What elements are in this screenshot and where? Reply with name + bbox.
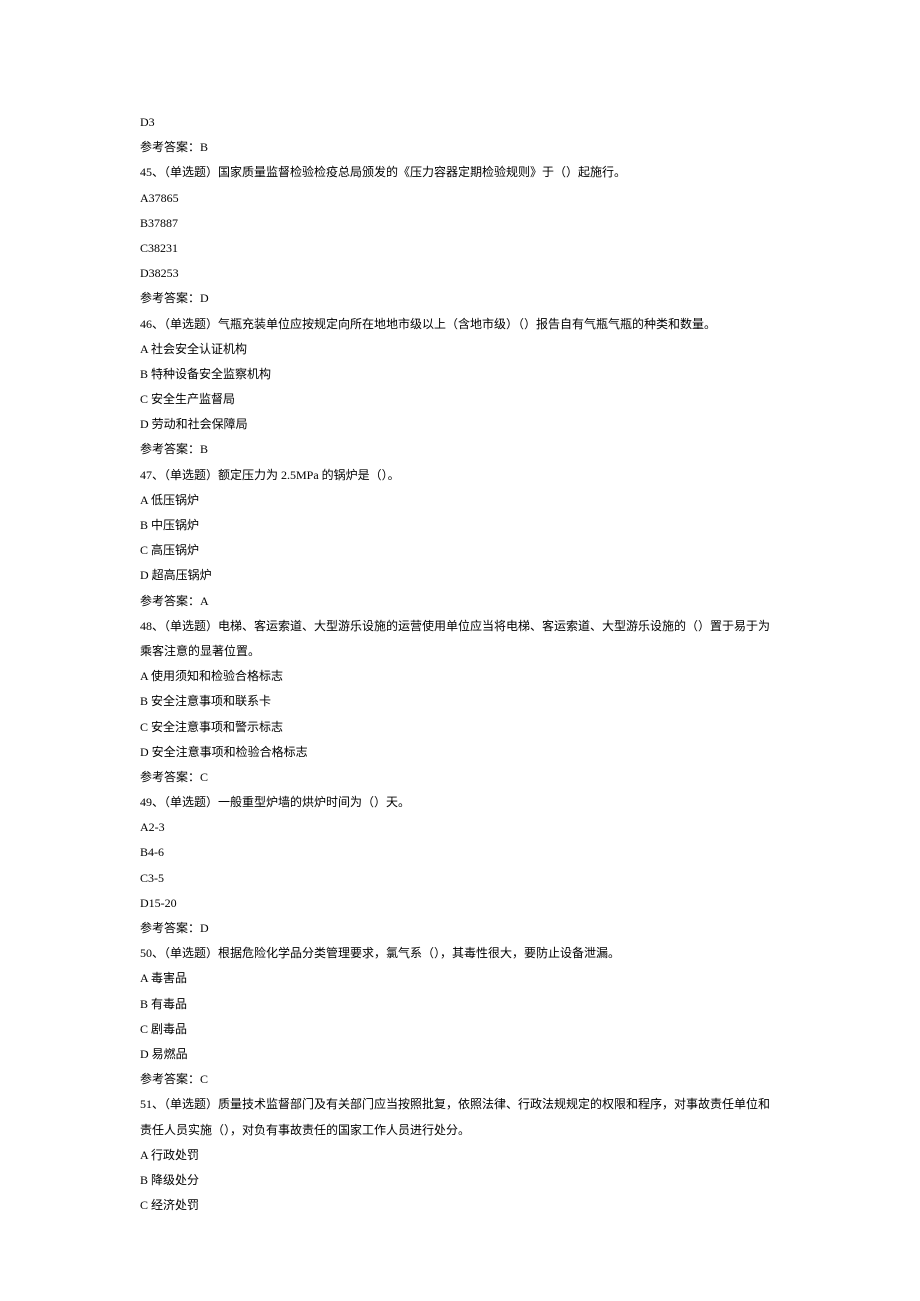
answer-line: 参考答案：C [140, 765, 780, 790]
option-line: C3-5 [140, 866, 780, 891]
option-line: D38253 [140, 261, 780, 286]
option-line: A37865 [140, 186, 780, 211]
option-line: A 使用须知和检验合格标志 [140, 664, 780, 689]
option-line: B 降级处分 [140, 1168, 780, 1193]
option-line: C 剧毒品 [140, 1017, 780, 1042]
option-line: C38231 [140, 236, 780, 261]
option-line: B4-6 [140, 840, 780, 865]
option-line: D 劳动和社会保障局 [140, 412, 780, 437]
answer-line: 参考答案：D [140, 916, 780, 941]
question-line: 50、（单选题）根据危险化学品分类管理要求，氯气系（），其毒性很大，要防止设备泄… [140, 941, 780, 966]
option-line: D 易燃品 [140, 1042, 780, 1067]
answer-line: 参考答案：C [140, 1067, 780, 1092]
option-line: C 高压锅炉 [140, 538, 780, 563]
option-line: C 安全注意事项和警示标志 [140, 715, 780, 740]
option-line: C 安全生产监督局 [140, 387, 780, 412]
option-line: B 中压锅炉 [140, 513, 780, 538]
option-line: B 特种设备安全监察机构 [140, 362, 780, 387]
option-line: D 安全注意事项和检验合格标志 [140, 740, 780, 765]
option-line: B 有毒品 [140, 992, 780, 1017]
option-line: D 超高压锅炉 [140, 563, 780, 588]
text-line: D3 [140, 110, 780, 135]
answer-line: 参考答案：B [140, 135, 780, 160]
question-line: 48、（单选题）电梯、客运索道、大型游乐设施的运营使用单位应当将电梯、客运索道、… [140, 614, 780, 664]
option-line: A 毒害品 [140, 966, 780, 991]
question-line: 46、（单选题）气瓶充装单位应按规定向所在地地市级以上（含地市级）（）报告自有气… [140, 312, 780, 337]
answer-line: 参考答案：D [140, 286, 780, 311]
question-line: 45、（单选题）国家质量监督检验检疫总局颁发的《压力容器定期检验规则》于（）起施… [140, 160, 780, 185]
option-line: A 低压锅炉 [140, 488, 780, 513]
option-line: C 经济处罚 [140, 1193, 780, 1218]
question-line: 47、（单选题）额定压力为 2.5MPa 的锅炉是（）。 [140, 463, 780, 488]
question-line: 49、（单选题）一般重型炉墙的烘炉时间为（）天。 [140, 790, 780, 815]
option-line: D15-20 [140, 891, 780, 916]
option-line: A 行政处罚 [140, 1143, 780, 1168]
question-line: 51、（单选题）质量技术监督部门及有关部门应当按照批复，依照法律、行政法规规定的… [140, 1092, 780, 1142]
answer-line: 参考答案：B [140, 437, 780, 462]
option-line: A2-3 [140, 815, 780, 840]
option-line: B 安全注意事项和联系卡 [140, 689, 780, 714]
option-line: B37887 [140, 211, 780, 236]
option-line: A 社会安全认证机构 [140, 337, 780, 362]
document-page: D3 参考答案：B 45、（单选题）国家质量监督检验检疫总局颁发的《压力容器定期… [0, 0, 920, 1301]
answer-line: 参考答案：A [140, 589, 780, 614]
